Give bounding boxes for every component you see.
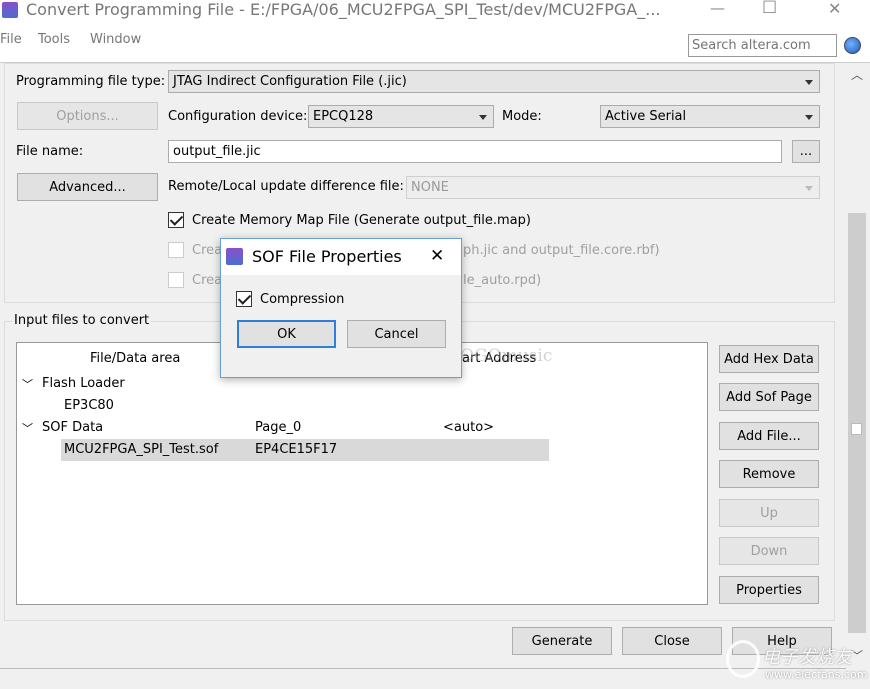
sof-file-device: EP4CE15F17 [255,442,338,457]
bottom-divider [0,668,846,669]
tree-row-flash-loader[interactable]: Flash Loader [42,376,125,391]
config-device-label: Configuration device: [168,109,308,124]
memory-map-checkbox[interactable] [168,212,184,228]
config-device-select[interactable]: EPCQ128 [308,105,494,128]
down-button[interactable]: Down [719,537,819,565]
tree-row-sof-file[interactable]: MCU2FPGA_SPI_Test.sof [64,442,218,457]
add-hex-data-button[interactable]: Add Hex Data [719,345,819,373]
add-sof-page-button[interactable]: Add Sof Page [719,383,819,411]
search-input[interactable] [688,34,837,57]
file-name-input[interactable]: output_file.jic [168,140,782,163]
mode-value: Active Serial [605,109,687,124]
compression-label: Compression [260,292,345,307]
up-button[interactable]: Up [719,499,819,527]
expand-sof-data-icon[interactable]: ﹀ [22,420,33,436]
create-rpd-checkbox[interactable] [168,272,184,288]
scrollbar[interactable]: ︿ ﹀ [846,63,868,668]
create-core-label-end: ph.jic and output_file.core.rbf) [463,243,660,258]
advanced-button[interactable]: Advanced... [17,173,158,201]
remove-button[interactable]: Remove [719,460,819,488]
globe-icon[interactable] [844,37,861,54]
menu-file[interactable]: File [0,32,22,47]
create-core-checkbox[interactable] [168,242,184,258]
close-window-button[interactable]: ✕ [828,0,841,18]
app-icon [2,2,18,18]
prog-type-value: JTAG Indirect Configuration File (.jic) [173,74,407,89]
chevron-down-icon [479,114,487,120]
chevron-down-icon [805,79,813,85]
ok-button[interactable]: OK [237,320,336,348]
scroll-up-icon[interactable]: ︿ [851,66,863,83]
cancel-button[interactable]: Cancel [347,320,446,348]
menu-window[interactable]: Window [90,32,141,47]
scroll-marker [851,423,862,435]
create-rpd-label-end: le_auto.rpd) [463,273,542,288]
tree-row-ep3c80[interactable]: EP3C80 [64,398,114,413]
elecfans-watermark-url: www.elecfans.com [765,668,868,681]
chevron-down-icon [805,185,813,191]
compression-checkbox[interactable] [236,291,252,307]
scroll-down-icon[interactable]: ﹀ [851,647,863,664]
minimize-button[interactable]: — [710,0,725,17]
config-device-value: EPCQ128 [313,109,374,124]
mode-select[interactable]: Active Serial [600,105,820,128]
prog-type-select[interactable]: JTAG Indirect Configuration File (.jic) [168,70,820,93]
chevron-down-icon [805,114,813,120]
maximize-button[interactable]: ☐ [762,0,777,18]
remote-label: Remote/Local update difference file: [168,179,404,194]
sof-data-page: Page_0 [255,420,302,435]
expand-flash-loader-icon[interactable]: ﹀ [22,376,33,392]
memory-map-label: Create Memory Map File (Generate output_… [192,213,531,228]
options-button[interactable]: Options... [17,102,158,130]
elecfans-logo-icon [726,640,760,678]
remote-value: NONE [411,180,449,195]
input-files-tree[interactable]: File/Data area art Address ﹀ Flash Loade… [16,342,708,605]
sof-data-address: <auto> [443,420,495,435]
properties-button[interactable]: Properties [719,576,819,604]
prog-type-label: Programming file type: [16,74,166,89]
close-button[interactable]: Close [622,627,722,655]
dialog-app-icon [226,248,243,265]
dialog-close-button[interactable]: ✕ [430,246,444,266]
generate-button[interactable]: Generate [512,627,612,655]
create-core-label-start: Crea [192,243,223,258]
sof-properties-dialog: SOF File Properties ✕ Compression OK Can… [220,238,462,378]
dialog-title: SOF File Properties [252,247,402,266]
elecfans-watermark-cn: 电子发烧友 [762,647,852,668]
header-file-data-area[interactable]: File/Data area [90,351,180,366]
create-rpd-label-start: Crea [192,273,223,288]
remote-select[interactable]: NONE [406,176,820,199]
menu-tools[interactable]: Tools [38,32,70,47]
window-title: Convert Programming File - E:/FPGA/06_MC… [26,0,661,19]
tree-row-sof-data[interactable]: SOF Data [42,420,103,435]
file-name-label: File name: [16,144,84,159]
browse-button[interactable]: ... [792,140,820,163]
mode-label: Mode: [502,109,542,124]
add-file-button[interactable]: Add File... [719,422,819,450]
input-files-label: Input files to convert [12,313,152,328]
